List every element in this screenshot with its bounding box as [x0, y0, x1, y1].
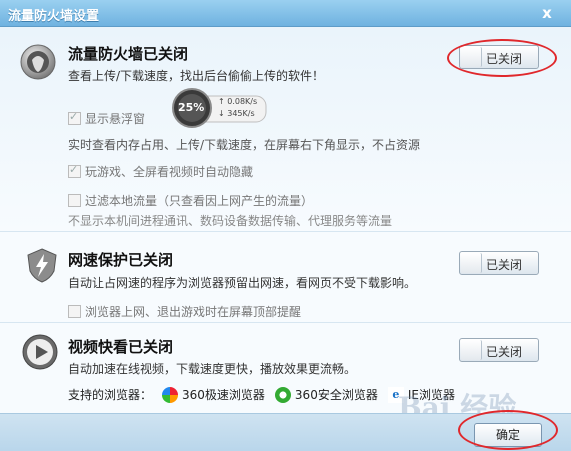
browser-360-speed: 360极速浏览器	[162, 386, 265, 403]
gauge-percent: 25%	[178, 101, 205, 114]
checkbox-box	[68, 194, 81, 207]
checkbox-box	[68, 110, 81, 125]
browser-remind-label: 浏览器上网、退出游戏时在屏幕顶部提醒	[85, 305, 302, 319]
checkbox-box	[68, 163, 81, 178]
float-window-help: 实时查看内存占用、上传/下载速度，在屏幕右下角显示，不占资源	[68, 138, 421, 152]
speed-protect-description: 自动让占网速的程序为浏览器预留出网速，看网页不受下载影响。	[68, 276, 417, 290]
auto-hide-label: 玩游戏、全屏看视频时自动隐藏	[85, 165, 254, 179]
filter-local-checkbox[interactable]: 过滤本地流量（只查看因上网产生的流量）	[68, 192, 313, 209]
close-button[interactable]: x	[539, 5, 555, 21]
speed-gauge-widget: 25% ↑ 0.08K/s ↓ 345K/s	[172, 88, 268, 128]
browser-name: 360极速浏览器	[182, 388, 265, 402]
video-fast-toggle-label: 已关闭	[486, 345, 523, 359]
firewall-shield-icon	[20, 44, 56, 80]
supported-browsers-label: 支持的浏览器：	[68, 388, 153, 402]
toggle-knob	[461, 253, 482, 273]
browser-name: 360安全浏览器	[294, 388, 378, 402]
lightning-shield-icon	[24, 247, 60, 283]
window-title: 流量防火墙设置	[8, 9, 100, 24]
float-window-checkbox[interactable]: 显示悬浮窗	[68, 110, 145, 127]
firewall-heading: 流量防火墙已关闭	[68, 45, 189, 63]
video-fast-description: 自动加速在线视频，下载速度更快，播放效果更流畅。	[68, 362, 357, 376]
checkbox-box	[68, 305, 81, 318]
360-speed-browser-icon	[162, 386, 179, 403]
speed-protect-toggle[interactable]: 已关闭	[459, 251, 539, 275]
speed-protect-heading: 网速保护已关闭	[68, 251, 174, 269]
video-fast-heading: 视频快看已关闭	[68, 338, 174, 356]
download-speed: ↓ 345K/s	[218, 109, 255, 118]
speed-protect-toggle-label: 已关闭	[486, 258, 523, 272]
firewall-description: 查看上传/下载速度，找出后台偷偷上传的软件！	[68, 69, 325, 83]
play-circle-icon	[22, 334, 58, 370]
video-fast-toggle[interactable]: 已关闭	[459, 338, 539, 362]
filter-local-help: 不显示本机间进程通讯、数码设备数据传输、代理服务等流量	[68, 214, 393, 228]
browser-remind-checkbox[interactable]: 浏览器上网、退出游戏时在屏幕顶部提醒	[68, 303, 301, 320]
red-highlight-circle	[458, 410, 558, 450]
float-window-label: 显示悬浮窗	[85, 112, 146, 126]
360-safe-browser-icon	[274, 386, 291, 403]
title-bar: 流量防火墙设置 x	[0, 0, 571, 27]
red-highlight-circle	[447, 39, 557, 77]
auto-hide-checkbox[interactable]: 玩游戏、全屏看视频时自动隐藏	[68, 163, 253, 180]
toggle-knob	[461, 340, 482, 360]
browser-360-safe: 360安全浏览器	[274, 386, 378, 403]
settings-window: 流量防火墙设置 x 流量防火墙已关闭 查看上传/下载速度，找出后台偷偷上传的软件…	[0, 0, 571, 451]
supported-browsers: 支持的浏览器： 360极速浏览器 360安全浏览器 e IE浏览器	[68, 386, 455, 403]
upload-speed: ↑ 0.08K/s	[218, 97, 258, 106]
filter-local-label: 过滤本地流量（只查看因上网产生的流量）	[85, 194, 314, 208]
